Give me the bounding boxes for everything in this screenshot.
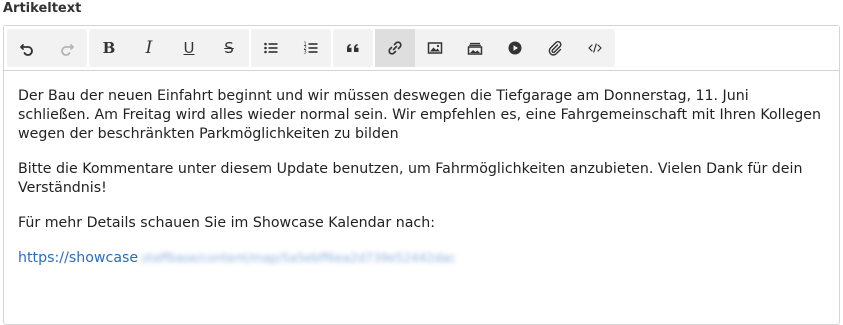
underline-icon: U [183, 39, 195, 57]
history-group [7, 29, 87, 67]
insert-group [375, 29, 615, 67]
italic-button[interactable]: I [129, 29, 169, 67]
paragraph: Bitte die Kommentare unter diesem Update… [18, 161, 803, 196]
video-button[interactable] [495, 29, 535, 67]
image-button[interactable] [415, 29, 455, 67]
quote-group [333, 29, 373, 67]
link-paragraph: https://showcase.staffbase/content/map/5… [18, 249, 825, 268]
svg-text:3: 3 [304, 50, 307, 56]
editor-toolbar: B I U S 123 [4, 26, 839, 71]
link-button[interactable] [375, 29, 415, 67]
field-label: Artikeltext [3, 1, 82, 16]
code-button[interactable] [575, 29, 615, 67]
code-icon [588, 43, 602, 53]
undo-button[interactable] [7, 29, 47, 67]
blockquote-button[interactable] [333, 29, 373, 67]
paragraph: Für mehr Details schauen Sie im Showcase… [18, 215, 435, 231]
strikethrough-icon: S [224, 39, 234, 57]
undo-icon [20, 44, 33, 56]
blockquote-icon [347, 44, 359, 52]
paragraph: Der Bau der neuen Einfahrt beginnt und w… [18, 88, 821, 142]
link-text-redacted: .staffbase/content/map/5a5ebff6ea2d739e5… [138, 251, 456, 265]
italic-icon: I [145, 38, 153, 58]
strikethrough-button[interactable]: S [209, 29, 249, 67]
gallery-button[interactable] [455, 29, 495, 67]
showcase-link[interactable]: https://showcase.staffbase/content/map/5… [18, 250, 455, 266]
image-icon [427, 42, 443, 54]
gallery-icon [467, 42, 483, 55]
redo-button[interactable] [47, 29, 87, 67]
format-group: B I U S [89, 29, 249, 67]
link-text: https://showcase [18, 250, 139, 266]
link-icon [388, 41, 402, 55]
rich-text-editor: B I U S 123 Der Bau der neuen Einfahrt b… [3, 25, 840, 325]
underline-button[interactable]: U [169, 29, 209, 67]
bullet-list-button[interactable] [251, 29, 291, 67]
redo-icon [61, 44, 74, 56]
bold-icon: B [102, 39, 116, 57]
numbered-list-button[interactable]: 123 [291, 29, 331, 67]
editor-content[interactable]: Der Bau der neuen Einfahrt beginnt und w… [4, 71, 839, 268]
attachment-button[interactable] [535, 29, 575, 67]
numbered-list-icon: 123 [304, 42, 318, 56]
video-icon [508, 41, 522, 55]
bold-button[interactable]: B [89, 29, 129, 67]
bullet-list-icon [264, 42, 278, 54]
list-group: 123 [251, 29, 331, 67]
attachment-icon [548, 40, 562, 56]
